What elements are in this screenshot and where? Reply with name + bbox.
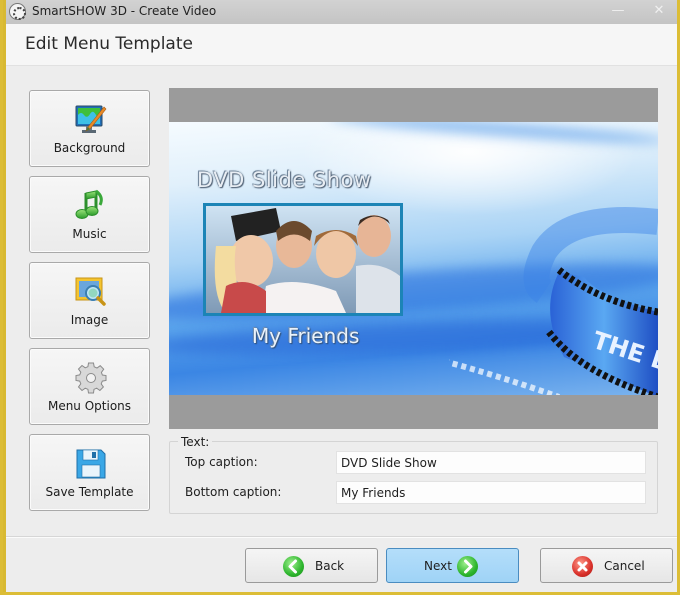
image-button[interactable]: Image xyxy=(29,262,150,339)
background-label: Background xyxy=(53,141,126,155)
app-window: SmartSHOW 3D - Create Video — ✕ Edit Men… xyxy=(0,0,680,595)
menu-preview: THE END DVD Slide Show My Friends xyxy=(169,88,658,429)
music-note-icon xyxy=(75,189,103,219)
top-caption-input[interactable] xyxy=(336,451,646,474)
image-label: Image xyxy=(70,313,109,327)
next-button[interactable]: Next xyxy=(386,548,519,583)
cancel-x-icon xyxy=(572,556,593,577)
music-button[interactable]: Music xyxy=(29,176,150,253)
dialog-body: Edit Menu Template Background Music Imag… xyxy=(6,24,677,592)
title-bar[interactable]: SmartSHOW 3D - Create Video — ✕ xyxy=(6,0,677,24)
footer-divider xyxy=(6,536,677,538)
film-reel-graphic: THE END xyxy=(449,207,658,395)
menu-options-label: Menu Options xyxy=(47,399,132,413)
text-settings-group: Text: Top caption: Bottom caption: xyxy=(169,435,658,514)
text-group-title: Text: xyxy=(178,435,213,449)
app-logo-icon[interactable] xyxy=(9,3,26,20)
monitor-paint-icon xyxy=(75,105,107,133)
minimize-button[interactable]: — xyxy=(603,2,633,20)
background-button[interactable]: Background xyxy=(29,90,150,167)
cancel-button[interactable]: Cancel xyxy=(540,548,673,583)
save-template-label: Save Template xyxy=(45,485,134,499)
cancel-label: Cancel xyxy=(604,559,645,573)
back-arrow-icon xyxy=(283,556,304,577)
preview-photo[interactable] xyxy=(203,203,403,316)
top-caption-label: Top caption: xyxy=(185,455,258,469)
image-search-icon xyxy=(75,277,106,306)
music-label: Music xyxy=(72,227,107,241)
back-label: Back xyxy=(315,559,345,573)
preview-top-caption[interactable]: DVD Slide Show xyxy=(197,168,372,192)
bottom-caption-input[interactable] xyxy=(336,481,646,504)
page-title: Edit Menu Template xyxy=(25,34,193,54)
group-photo-image xyxy=(206,206,400,313)
bottom-caption-label: Bottom caption: xyxy=(185,485,282,499)
save-template-button[interactable]: Save Template xyxy=(29,434,150,511)
close-window-button[interactable]: ✕ xyxy=(644,2,674,20)
menu-options-button[interactable]: Menu Options xyxy=(29,348,150,425)
preview-bottom-caption[interactable]: My Friends xyxy=(252,324,359,348)
preview-background-image[interactable]: THE END DVD Slide Show My Friends xyxy=(169,122,658,395)
header: Edit Menu Template xyxy=(6,24,677,66)
next-label: Next xyxy=(424,559,452,573)
window-title: SmartSHOW 3D - Create Video xyxy=(32,4,217,18)
next-arrow-icon xyxy=(457,556,478,577)
floppy-disk-icon xyxy=(76,449,106,479)
gear-icon xyxy=(75,362,107,394)
back-button[interactable]: Back xyxy=(245,548,378,583)
